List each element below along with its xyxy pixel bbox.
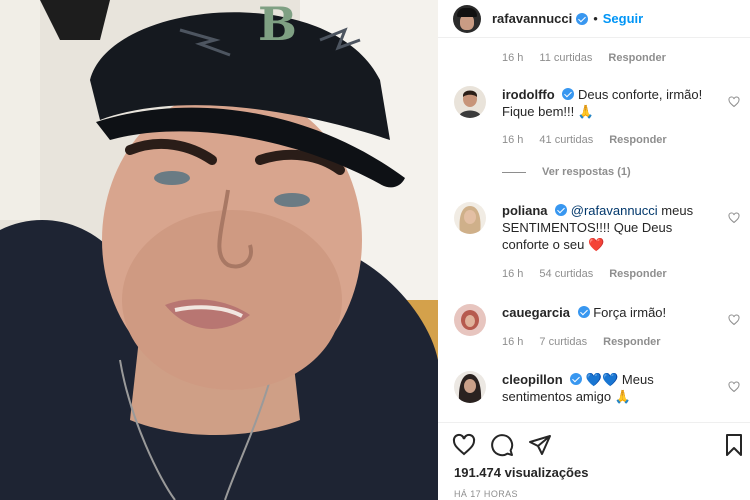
comment-text-block: cleopillon 💙💙 Meus sentimentos amigo 🙏 [502, 371, 712, 405]
commenter-avatar[interactable] [454, 304, 486, 336]
views-count[interactable]: 191.474 visualizações [454, 465, 588, 480]
post-media[interactable]: B [0, 0, 438, 500]
reply-button[interactable]: Responder [608, 52, 665, 64]
post-timestamp[interactable]: HÁ 17 HORAS [454, 489, 518, 499]
comment-mention[interactable]: @rafavannucci [571, 203, 658, 218]
post-header: rafavannucci • Seguir [438, 0, 750, 38]
commenter-avatar[interactable] [454, 371, 486, 403]
comment-likes[interactable]: 11 curtidas [539, 52, 592, 64]
view-replies-button[interactable]: Ver respostas (1) [502, 166, 631, 178]
views-number: 191.474 [454, 465, 501, 480]
heart-outline-icon[interactable] [728, 212, 740, 224]
heart-outline-icon[interactable] [728, 314, 740, 326]
bookmark-icon[interactable] [722, 433, 746, 457]
replies-divider [502, 171, 526, 173]
post-photo: B [0, 0, 438, 500]
comment-time: 16 h [502, 52, 524, 64]
comment-text-block: poliana @rafavannucci meus SENTIMENTOS!!… [502, 202, 712, 253]
commenter-avatar[interactable] [454, 202, 486, 234]
comment-time: 16 h [502, 134, 524, 146]
paper-plane-icon[interactable] [528, 433, 552, 457]
view-replies-label: Ver respostas (1) [542, 166, 631, 178]
post-panel: rafavannucci • Seguir 16 h 11 curtidas R… [438, 0, 750, 500]
cap-logo-letter: B [258, 0, 297, 51]
commenter-username[interactable]: poliana [502, 203, 548, 218]
heart-outline-icon[interactable] [452, 433, 476, 457]
comments-list[interactable]: 16 h 11 curtidas Responder irodolffo Deu… [438, 38, 750, 422]
comment-bubble-icon[interactable] [490, 433, 514, 457]
post-actions: 191.474 visualizações HÁ 17 HORAS [438, 422, 750, 500]
action-icon-row [452, 433, 552, 457]
comment-meta-row: 16 h 54 curtidas Responder [502, 268, 683, 280]
verified-badge-icon [577, 306, 590, 318]
comment-meta-row: 16 h 41 curtidas Responder [502, 134, 683, 146]
comment-text-block: irodolffo Deus conforte, irmão! Fique be… [502, 86, 712, 120]
comment-time: 16 h [502, 268, 524, 280]
heart-outline-icon[interactable] [728, 381, 740, 393]
commenter-username[interactable]: cauegarcia [502, 305, 570, 320]
author-avatar[interactable] [453, 4, 481, 33]
follow-button[interactable]: Seguir [603, 11, 643, 26]
commenter-username[interactable]: cleopillon [502, 372, 563, 387]
comment-time: 16 h [502, 336, 524, 348]
heart-outline-icon[interactable] [728, 96, 740, 108]
comment-likes[interactable]: 54 curtidas [539, 268, 593, 280]
commenter-username[interactable]: irodolffo [502, 87, 555, 102]
verified-badge-icon [576, 12, 589, 25]
author-username[interactable]: rafavannucci [492, 11, 572, 26]
comment-text: Força irmão! [593, 305, 667, 320]
separator-dot: • [593, 11, 598, 26]
comment-text-block: cauegarcia Força irmão! [502, 304, 712, 321]
verified-badge-icon [555, 204, 568, 216]
reply-button[interactable]: Responder [609, 268, 666, 280]
comment-meta-row: 16 h 11 curtidas Responder [502, 52, 682, 64]
comment-meta-row: 16 h 7 curtidas Responder [502, 336, 677, 348]
reply-button[interactable]: Responder [603, 336, 660, 348]
comment-likes[interactable]: 41 curtidas [539, 134, 593, 146]
views-label: visualizações [504, 465, 589, 480]
verified-badge-icon [570, 373, 583, 385]
reply-button[interactable]: Responder [609, 134, 666, 146]
commenter-avatar[interactable] [454, 86, 486, 118]
verified-badge-icon [562, 88, 575, 100]
comment-likes[interactable]: 7 curtidas [539, 336, 587, 348]
